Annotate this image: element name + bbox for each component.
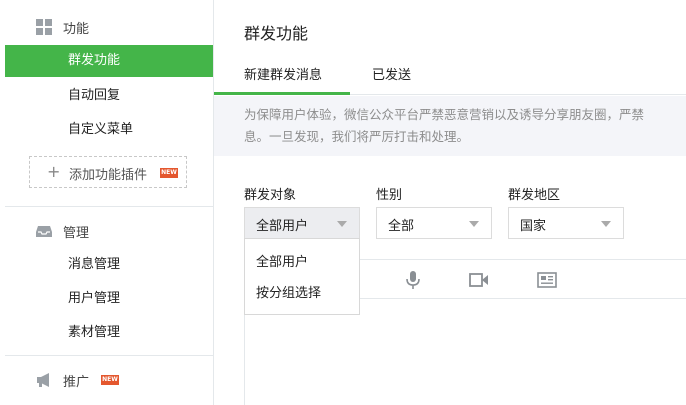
sidebar-item-materials[interactable]: 素材管理 xyxy=(5,317,213,349)
sidebar-item-label: 用户管理 xyxy=(68,291,121,306)
sidebar-section-label: 推广 xyxy=(63,375,90,390)
dropdown-option-all-users[interactable]: 全部用户 xyxy=(256,251,308,270)
megaphone-icon xyxy=(37,373,49,387)
sidebar-item-label: 自动回复 xyxy=(68,88,121,103)
tab-active-indicator xyxy=(214,92,350,95)
sidebar-item-broadcast[interactable]: 群发功能 xyxy=(5,45,213,77)
region-select[interactable]: 国家 xyxy=(508,207,624,239)
sidebar-item-label: 素材管理 xyxy=(68,325,121,340)
grid-icon xyxy=(36,19,52,35)
sidebar-item-label: 群发功能 xyxy=(68,53,121,68)
main-panel: 群发功能 新建群发消息 已发送 为保障用户体验，微信公众平台严禁恶意营销以及诱导… xyxy=(214,0,686,405)
sidebar-section-manage: 管理 xyxy=(0,216,213,246)
target-dropdown: 全部用户 按分组选择 xyxy=(244,238,360,315)
sidebar-item-auto-reply[interactable]: 自动回复 xyxy=(5,80,213,112)
sidebar-divider xyxy=(5,206,213,207)
chevron-down-icon xyxy=(469,221,479,227)
tab-new-broadcast[interactable]: 新建群发消息 xyxy=(244,64,322,83)
tab-sent[interactable]: 已发送 xyxy=(372,64,411,83)
sidebar: 功能 群发功能 自动回复 自定义菜单 + 添加功能插件 NEW 管理 消息管理 … xyxy=(0,0,214,405)
add-plugin-button[interactable]: + 添加功能插件 NEW xyxy=(29,156,187,188)
target-label: 群发对象 xyxy=(244,188,297,203)
news-icon[interactable] xyxy=(537,270,557,290)
inbox-icon xyxy=(36,226,52,237)
region-select-value: 国家 xyxy=(520,219,547,234)
new-badge: NEW xyxy=(101,375,119,385)
chevron-down-icon xyxy=(601,221,611,227)
sidebar-section-label: 管理 xyxy=(63,226,90,241)
sidebar-item-label: 消息管理 xyxy=(68,257,121,272)
sidebar-section-label: 功能 xyxy=(63,22,90,37)
sidebar-item-users[interactable]: 用户管理 xyxy=(5,283,213,315)
notice-line-2: 息。一旦发现，我们将严厉打击和处理。 xyxy=(244,129,470,144)
chevron-down-icon xyxy=(337,221,347,227)
dropdown-option-by-group[interactable]: 按分组选择 xyxy=(256,282,321,301)
notice-line-1: 为保障用户体验，微信公众平台严禁恶意营销以及诱导分享朋友圈，严禁 xyxy=(244,107,645,122)
gender-select-value: 全部 xyxy=(388,219,415,234)
notice-banner: 为保障用户体验，微信公众平台严禁恶意营销以及诱导分享朋友圈，严禁 息。一旦发现，… xyxy=(214,96,686,156)
page-title: 群发功能 xyxy=(244,24,309,43)
sidebar-divider xyxy=(5,355,213,356)
plus-icon: + xyxy=(47,162,61,181)
tab-bar: 新建群发消息 已发送 xyxy=(214,56,686,95)
region-label: 群发地区 xyxy=(508,188,561,203)
sidebar-item-label: 自定义菜单 xyxy=(68,122,134,137)
voice-icon[interactable] xyxy=(403,270,423,290)
gender-label: 性别 xyxy=(376,188,403,203)
gender-select[interactable]: 全部 xyxy=(376,207,492,239)
sidebar-section-promote[interactable]: 推广 NEW xyxy=(0,365,213,395)
add-plugin-label: 添加功能插件 xyxy=(69,168,148,183)
sidebar-item-messages[interactable]: 消息管理 xyxy=(5,249,213,281)
video-icon[interactable] xyxy=(469,270,489,290)
sidebar-section-features: 功能 xyxy=(0,12,213,42)
sidebar-item-custom-menu[interactable]: 自定义菜单 xyxy=(5,114,213,146)
target-select[interactable]: 全部用户 xyxy=(244,207,360,239)
target-select-value: 全部用户 xyxy=(256,219,309,234)
new-badge: NEW xyxy=(160,168,178,178)
